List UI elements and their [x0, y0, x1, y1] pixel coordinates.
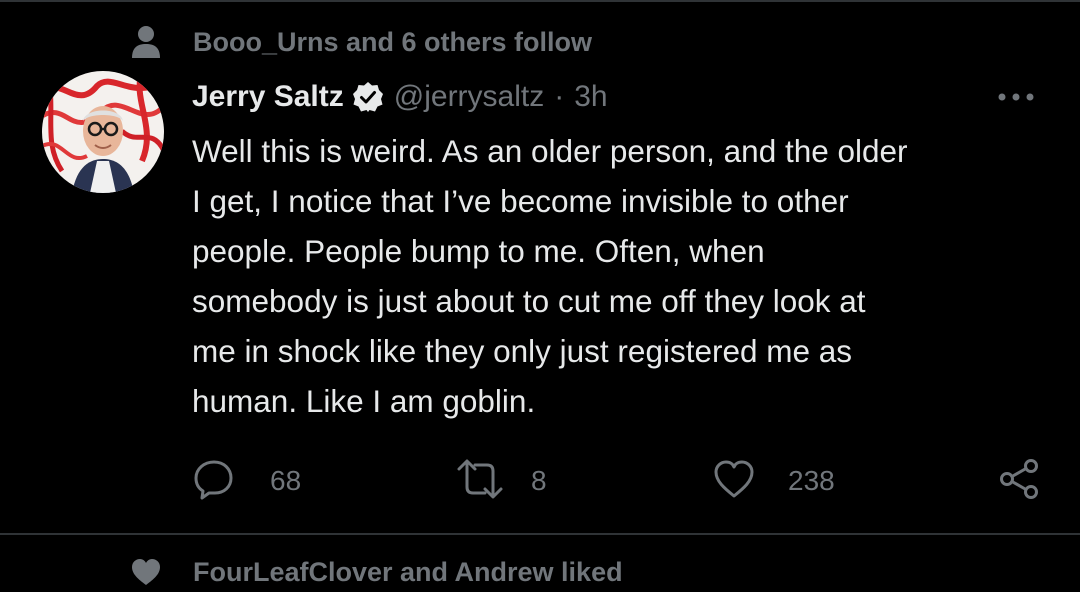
more-options-icon — [996, 89, 1036, 107]
more-options-button[interactable] — [990, 80, 1042, 116]
reply-count: 68 — [270, 465, 302, 496]
retweet-button[interactable]: 8 — [455, 456, 547, 506]
like-button[interactable]: 238 — [712, 456, 835, 506]
social-context-text: Booo_Urns and 6 others follow — [193, 26, 593, 57]
tweet-header: Jerry Saltz @jerrysaltz · 3h — [192, 74, 608, 120]
heart-icon — [712, 457, 756, 506]
handle[interactable]: @jerrysaltz — [394, 80, 544, 114]
social-context[interactable]: Booo_Urns and 6 others follow — [128, 22, 592, 62]
avatar[interactable] — [42, 71, 164, 193]
heart-icon — [128, 552, 164, 592]
like-count: 238 — [788, 465, 835, 496]
tweet-text: Well this is weird. As an older person, … — [192, 133, 908, 419]
top-divider — [0, 0, 1080, 2]
bottom-divider — [0, 533, 1080, 535]
reply-icon — [192, 457, 236, 506]
reply-button[interactable]: 68 — [192, 456, 301, 506]
display-name[interactable]: Jerry Saltz — [192, 80, 344, 114]
timestamp[interactable]: 3h — [574, 80, 607, 114]
separator-dot: · — [554, 80, 565, 113]
person-icon — [128, 22, 164, 62]
retweet-icon — [455, 457, 505, 506]
tweet-actions: 68 8 238 — [192, 456, 1052, 506]
next-tweet-social-context[interactable]: FourLeafClover and Andrew liked — [128, 552, 623, 592]
retweet-count: 8 — [531, 465, 547, 496]
verified-badge-icon — [352, 81, 384, 113]
share-button[interactable] — [997, 456, 1041, 506]
next-social-context-text: FourLeafClover and Andrew liked — [193, 556, 623, 587]
share-icon — [997, 457, 1041, 506]
